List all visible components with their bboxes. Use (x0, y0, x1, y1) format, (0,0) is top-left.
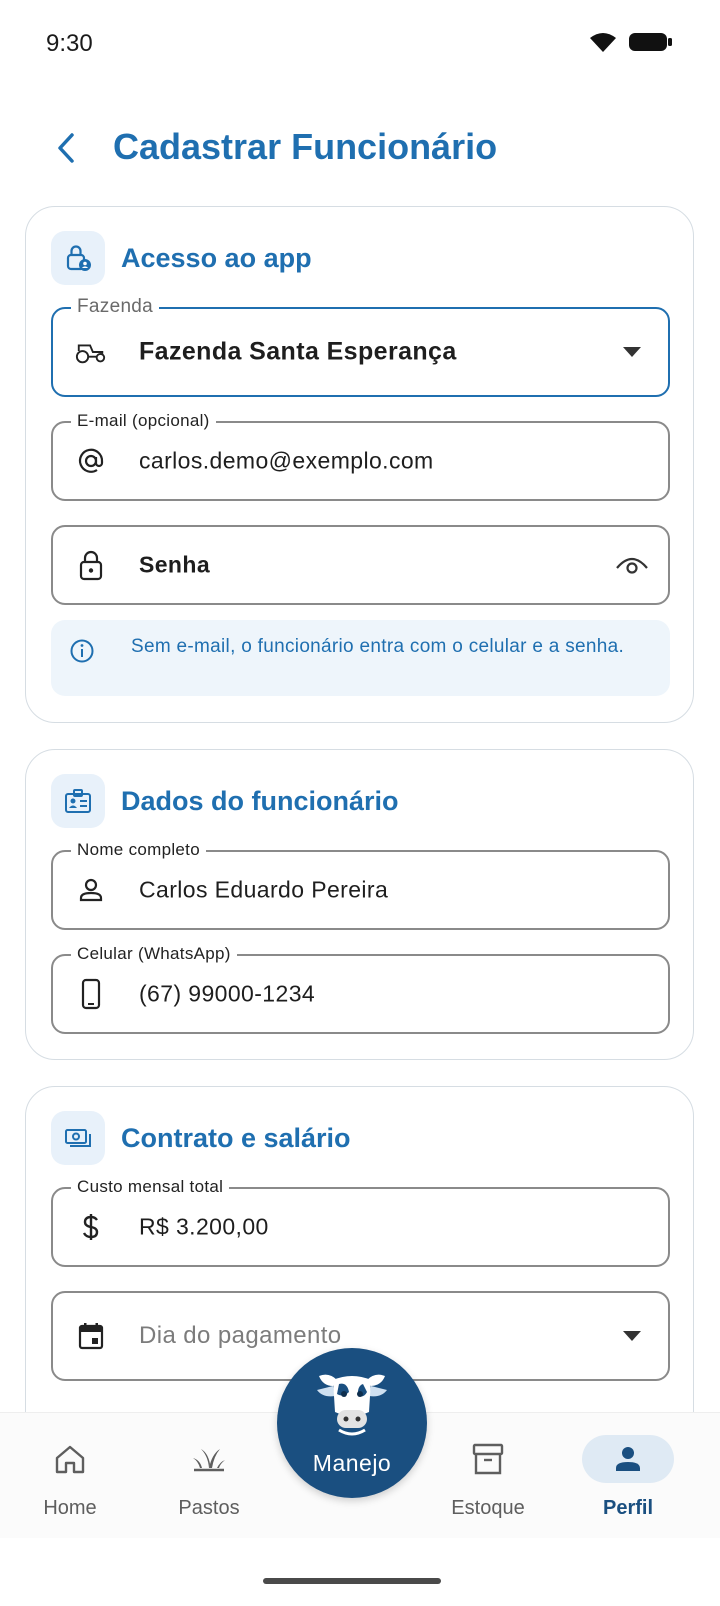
tractor-icon (75, 336, 107, 368)
app-header: Cadastrar Funcionário (0, 110, 720, 190)
password-field[interactable]: Senha (51, 525, 670, 605)
lock-person-icon (51, 231, 105, 285)
email-field-label: E-mail (opcional) (71, 411, 216, 431)
full-name-value: Carlos Eduardo Pereira (139, 876, 389, 903)
nav-item-pastos[interactable]: Pastos (139, 1413, 279, 1539)
info-box: Sem e-mail, o funcionário entra com o ce… (51, 620, 670, 696)
employee-card-title: Dados do funcionário (121, 785, 399, 816)
nav-label-home: Home (43, 1497, 97, 1519)
payday-placeholder: Dia do pagamento (139, 1322, 342, 1349)
status-time: 9:30 (46, 30, 93, 57)
nav-item-perfil[interactable]: Perfil (558, 1413, 698, 1539)
password-placeholder: Senha (139, 551, 211, 578)
access-card-title: Acesso ao app (121, 242, 312, 273)
monthly-cost-field[interactable]: Custo mensal total R$ 3.200,00 (51, 1177, 670, 1267)
phone-field[interactable]: Celular (WhatsApp) (67) 99000-1234 (51, 944, 670, 1034)
contract-card-title: Contrato e salário (121, 1122, 351, 1153)
phone-icon (75, 978, 107, 1010)
nav-label-estoque: Estoque (451, 1497, 525, 1519)
calendar-icon (75, 1320, 107, 1352)
nav-item-estoque[interactable]: Estoque (418, 1413, 558, 1539)
info-text: Sem e-mail, o funcionário entra com o ce… (131, 636, 625, 657)
status-icons (588, 30, 674, 59)
full-name-label: Nome completo (71, 840, 206, 860)
email-field-value: carlos.demo@exemplo.com (139, 447, 434, 474)
dollar-icon (75, 1211, 107, 1243)
farm-select-label: Fazenda (71, 296, 160, 318)
access-card-header: Acesso ao app (51, 231, 312, 285)
info-icon (69, 638, 95, 669)
caret-down-icon (614, 334, 650, 370)
cow-icon (311, 1364, 393, 1449)
manejo-button[interactable]: Manejo (277, 1348, 427, 1498)
person-icon (604, 1435, 652, 1483)
full-name-field[interactable]: Nome completo Carlos Eduardo Pereira (51, 840, 670, 930)
phone-label: Celular (WhatsApp) (71, 944, 237, 964)
badge-icon (51, 774, 105, 828)
home-icon (46, 1435, 94, 1483)
archive-icon (464, 1435, 512, 1483)
wifi-icon (588, 30, 618, 59)
farm-select-value: Fazenda Santa Esperança (139, 337, 457, 366)
caret-down-icon (614, 1318, 650, 1354)
farm-select[interactable]: Fazenda Fazenda Santa Esperança (51, 296, 670, 397)
lock-icon (75, 549, 107, 581)
manejo-label: Manejo (312, 1450, 392, 1476)
person-icon (75, 874, 107, 906)
monthly-cost-value: R$ 3.200,00 (139, 1213, 269, 1240)
monthly-cost-label: Custo mensal total (71, 1177, 230, 1197)
nav-item-home[interactable]: Home (0, 1413, 140, 1539)
access-card: Acesso ao app Fazenda Fazenda Santa Espe… (25, 206, 694, 723)
phone-value: (67) 99000-1234 (139, 980, 316, 1007)
employee-card-header: Dados do funcionário (51, 774, 399, 828)
nav-label-perfil: Perfil (602, 1497, 654, 1519)
status-bar: 9:30 (0, 0, 720, 90)
at-sign-icon (75, 445, 107, 477)
nav-label-pastos: Pastos (178, 1497, 240, 1519)
grass-icon (185, 1435, 233, 1483)
employee-card: Dados do funcionário Nome completo Carlo… (25, 749, 694, 1060)
eye-icon[interactable] (614, 547, 650, 583)
battery-icon (628, 30, 674, 59)
back-button[interactable] (44, 128, 88, 172)
email-field[interactable]: E-mail (opcional) carlos.demo@exemplo.co… (51, 411, 670, 501)
home-indicator[interactable] (263, 1578, 441, 1584)
page-title: Cadastrar Funcionário (113, 126, 498, 167)
chevron-left-icon (54, 131, 78, 170)
contract-card-header: Contrato e salário (51, 1111, 351, 1165)
payments-icon (51, 1111, 105, 1165)
